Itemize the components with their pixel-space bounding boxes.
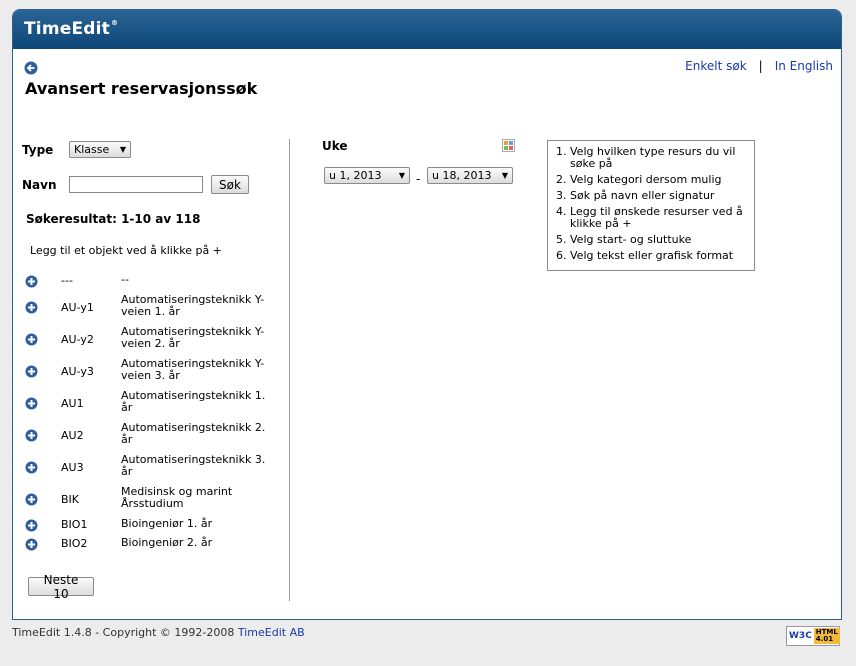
- html-version: 4.01: [815, 635, 834, 643]
- main-frame: TimeEdit® Enkelt søk | In English Avansert…: [12, 9, 842, 620]
- instructions-box: Velg hvilken type resurs du vil søke på …: [547, 140, 755, 271]
- search-button[interactable]: Søk: [211, 175, 249, 194]
- item-name: --: [121, 273, 129, 286]
- back-arrow-icon[interactable]: [24, 61, 38, 75]
- add-plus-icon[interactable]: [25, 519, 38, 532]
- week-range-dash: -: [416, 172, 421, 186]
- add-plus-icon[interactable]: [25, 493, 38, 506]
- timeedit-ab-link[interactable]: TimeEdit AB: [238, 626, 305, 639]
- timeedit-logo: TimeEdit®: [24, 19, 118, 39]
- item-code: AU-y3: [61, 365, 94, 378]
- simple-search-link[interactable]: Enkelt søk: [685, 59, 747, 73]
- footer: TimeEdit 1.4.8 - Copyright © 1992-2008 T…: [12, 626, 305, 639]
- item-code: BIK: [61, 493, 80, 506]
- item-code: AU3: [61, 461, 84, 474]
- add-plus-icon[interactable]: [25, 333, 38, 346]
- w3c-logo: W3C: [789, 631, 812, 641]
- add-plus-icon[interactable]: [25, 429, 38, 442]
- start-week-value: u 1, 2013: [329, 169, 382, 182]
- add-plus-icon[interactable]: [25, 397, 38, 410]
- item-name: Automatiseringsteknikk 3. år: [121, 453, 266, 478]
- add-plus-icon[interactable]: [25, 461, 38, 474]
- end-week-value: u 18, 2013: [432, 169, 492, 182]
- trademark-mark: ®: [111, 19, 119, 27]
- chevron-down-icon: ▼: [119, 145, 126, 154]
- page-title: Avansert reservasjonssøk: [25, 79, 258, 98]
- item-code: AU2: [61, 429, 84, 442]
- color-palette-icon[interactable]: [502, 139, 515, 152]
- item-code: AU-y2: [61, 333, 94, 346]
- add-plus-icon[interactable]: [25, 301, 38, 314]
- logo-text: TimeEdit: [24, 19, 111, 39]
- instruction-item: Legg til ønskede resurser ved å klikke p…: [570, 206, 748, 230]
- item-name: Medisinsk og marint Årsstudium: [121, 485, 233, 510]
- name-label: Navn: [22, 178, 57, 192]
- type-select[interactable]: Klasse ▼: [69, 141, 131, 158]
- item-name: Bioingeniør 2. år: [121, 536, 213, 549]
- item-name: Automatiseringsteknikk Y-veien 1. år: [121, 293, 265, 318]
- type-select-value: Klasse: [74, 143, 110, 156]
- column-divider: [289, 139, 290, 601]
- instruction-item: Velg tekst eller grafisk format: [570, 250, 748, 262]
- instruction-item: Søk på navn eller signatur: [570, 190, 748, 202]
- chevron-down-icon: ▼: [398, 171, 405, 180]
- item-name: Bioingeniør 1. år: [121, 517, 213, 530]
- instruction-item: Velg kategori dersom mulig: [570, 174, 748, 186]
- top-links: Enkelt søk | In English: [685, 59, 833, 73]
- results-title: Søkeresultat: 1-10 av 118: [26, 212, 201, 226]
- item-code: AU-y1: [61, 301, 94, 314]
- english-link[interactable]: In English: [775, 59, 833, 73]
- copyright-text: TimeEdit 1.4.8 - Copyright © 1992-2008: [12, 626, 235, 639]
- item-code: ---: [61, 274, 73, 287]
- item-code: AU1: [61, 397, 84, 410]
- item-name: Automatiseringsteknikk 1. år: [121, 389, 266, 414]
- chevron-down-icon: ▼: [501, 171, 508, 180]
- add-plus-icon[interactable]: [25, 275, 38, 288]
- item-name: Automatiseringsteknikk Y-veien 2. år: [121, 325, 265, 350]
- week-label: Uke: [322, 139, 348, 153]
- header-bar: TimeEdit®: [13, 10, 841, 49]
- next-page-button[interactable]: Neste 10: [28, 573, 94, 601]
- type-label: Type: [22, 143, 54, 157]
- item-code: BIO2: [61, 537, 88, 550]
- instruction-item: Velg hvilken type resurs du vil søke på: [570, 146, 748, 170]
- item-name: Automatiseringsteknikk 2. år: [121, 421, 266, 446]
- name-input[interactable]: [69, 176, 203, 193]
- start-week-select[interactable]: u 1, 2013 ▼: [324, 167, 410, 184]
- w3c-badge[interactable]: W3C HTML 4.01: [786, 626, 840, 646]
- html-version-badge: HTML 4.01: [813, 628, 840, 644]
- item-name: Automatiseringsteknikk Y-veien 3. år: [121, 357, 265, 382]
- link-separator: |: [758, 59, 763, 73]
- item-code: BIO1: [61, 518, 88, 531]
- add-hint: Legg til et objekt ved å klikke på +: [30, 244, 222, 257]
- end-week-select[interactable]: u 18, 2013 ▼: [427, 167, 513, 184]
- instruction-item: Velg start- og sluttuke: [570, 234, 748, 246]
- add-plus-icon[interactable]: [25, 538, 38, 551]
- add-plus-icon[interactable]: [25, 365, 38, 378]
- instructions-list: Velg hvilken type resurs du vil søke på …: [552, 146, 748, 262]
